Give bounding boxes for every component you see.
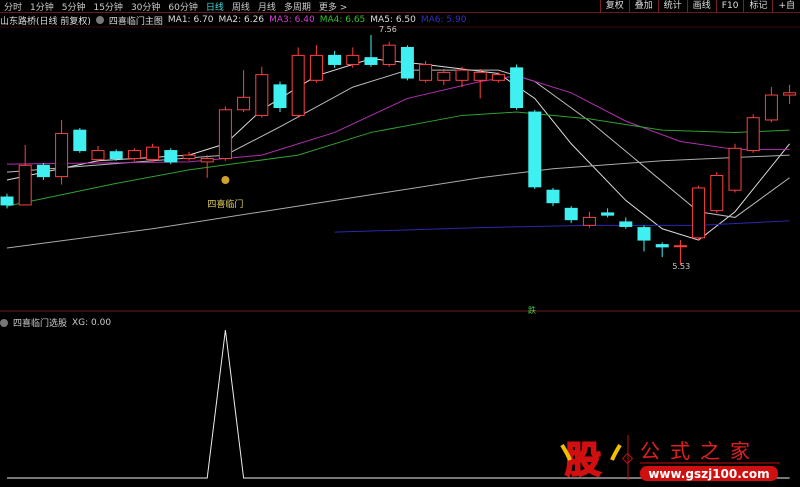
candle-body bbox=[291, 54, 305, 116]
candle-body bbox=[364, 57, 378, 65]
fall-label: 跌 bbox=[528, 305, 536, 315]
candle-body bbox=[164, 150, 178, 163]
candle-body bbox=[619, 221, 633, 227]
low-price-label: 5.53 bbox=[672, 262, 690, 271]
candle-body bbox=[746, 117, 760, 152]
ma-line-MA2 bbox=[6, 69, 790, 218]
money-bag-icon bbox=[221, 176, 230, 184]
candle-body bbox=[637, 227, 651, 241]
candle-body bbox=[783, 92, 797, 96]
candle-body bbox=[273, 84, 287, 109]
candle-body bbox=[437, 71, 451, 81]
sub-chart-info: 四喜临门选股 XG: 0.00 bbox=[0, 316, 116, 329]
candle-body bbox=[200, 157, 214, 163]
candle-body bbox=[710, 174, 724, 212]
candle-body bbox=[728, 147, 742, 191]
candle-body bbox=[237, 96, 251, 111]
candle-body bbox=[0, 196, 14, 206]
candle-body bbox=[528, 111, 542, 188]
candle-body bbox=[601, 212, 615, 216]
svg-text:股: 股 bbox=[565, 440, 601, 481]
svg-text:www.gszj100.com: www.gszj100.com bbox=[648, 467, 769, 481]
high-price-label: 7.56 bbox=[379, 25, 397, 34]
candle-body bbox=[692, 187, 706, 239]
site-logo: 股 公式之家 www.gszj100.com bbox=[560, 430, 790, 485]
candle-body bbox=[419, 63, 433, 81]
candle-body bbox=[400, 46, 414, 79]
candle-body bbox=[309, 54, 323, 81]
candle-body bbox=[473, 71, 487, 81]
candle-body bbox=[764, 94, 778, 121]
svg-text:公式之家: 公式之家 bbox=[640, 439, 760, 463]
candle-body bbox=[18, 164, 32, 206]
candle-body bbox=[455, 69, 469, 81]
candle-body bbox=[346, 54, 360, 65]
candle-body bbox=[655, 244, 669, 248]
candle-body bbox=[55, 133, 69, 178]
candle-body bbox=[546, 189, 560, 204]
indicator-settings-icon[interactable] bbox=[0, 318, 8, 327]
candle-body bbox=[146, 146, 160, 161]
candle-body bbox=[510, 67, 524, 109]
candle-body bbox=[109, 151, 123, 159]
candle-body bbox=[91, 150, 105, 161]
candle-body bbox=[73, 129, 87, 152]
candlestick-chart[interactable]: 7.56 5.53 四喜临门跌 bbox=[0, 0, 800, 487]
candle-body bbox=[127, 150, 141, 159]
signal-label: 四喜临门 bbox=[207, 198, 243, 210]
candle-body bbox=[218, 109, 232, 159]
xg-value: XG: 0.00 bbox=[72, 317, 112, 328]
candle-body bbox=[182, 154, 196, 159]
candle-body bbox=[36, 164, 50, 178]
candle-body bbox=[491, 74, 505, 81]
candle-body bbox=[328, 54, 342, 65]
candle-body bbox=[255, 74, 269, 116]
ma-line-MA1 bbox=[6, 58, 790, 241]
sub-indicator-name[interactable]: 四喜临门选股 bbox=[13, 316, 67, 329]
ma-line-MA3 bbox=[6, 75, 790, 165]
candle-body bbox=[673, 245, 687, 248]
candle-body bbox=[564, 207, 578, 221]
ma-line-MA5 bbox=[6, 154, 790, 249]
candle-body bbox=[382, 44, 396, 65]
candle-body bbox=[582, 216, 596, 226]
